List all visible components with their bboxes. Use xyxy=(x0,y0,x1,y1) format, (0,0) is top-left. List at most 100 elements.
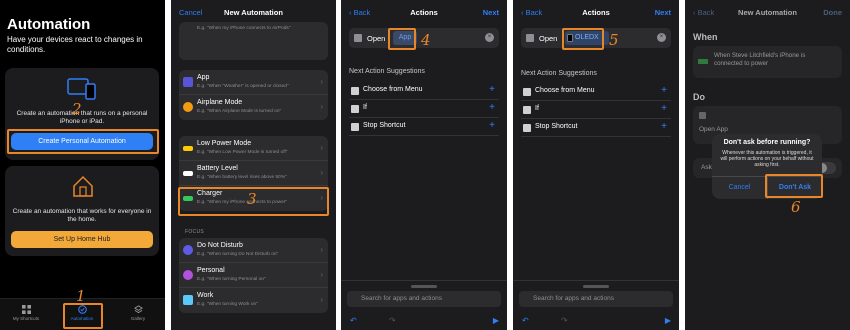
row-title: Battery Level xyxy=(197,165,238,172)
done-button[interactable]: Done xyxy=(823,8,842,17)
suggestions-list: Choose from Menu + If + Stop Shortcut + xyxy=(349,82,499,136)
list-item-low-power-mode[interactable]: Low Power Mode E.g. "When Low Power Mode… xyxy=(179,136,328,161)
apps-grid-icon xyxy=(526,34,534,42)
list-item-app[interactable]: App E.g. "When "Weather" is opened or cl… xyxy=(179,70,328,95)
app-group: App E.g. "When "Weather" is opened or cl… xyxy=(179,70,328,120)
redo-icon[interactable]: ↷ xyxy=(389,316,396,325)
drag-handle[interactable] xyxy=(411,285,437,288)
highlight-box xyxy=(63,303,103,329)
list-item-work[interactable]: Work E.g. "When turning Work on" › xyxy=(179,288,328,313)
highlight-box xyxy=(562,28,604,50)
search-input[interactable]: Search for apps and actions xyxy=(519,291,673,307)
nav-bar: ‹ Back Actions Next xyxy=(341,0,507,24)
actions-screen-filled: ‹ Back Actions Next Open OLEDX × 5 Next … xyxy=(513,0,679,330)
stop-icon xyxy=(351,123,359,131)
home-icon xyxy=(73,175,93,197)
step-marker: 6 xyxy=(791,198,801,216)
chevron-right-icon: › xyxy=(320,143,323,152)
suggestion-label: If xyxy=(363,104,367,111)
battery-low-icon xyxy=(183,146,193,151)
chevron-right-icon: › xyxy=(320,102,323,111)
focus-section-header: FOCUS xyxy=(185,229,204,235)
row-subtitle: E.g. "When Low Power Mode is turned off" xyxy=(197,150,288,155)
row-title: Airplane Mode xyxy=(197,99,243,106)
add-icon[interactable]: + xyxy=(661,121,667,132)
drag-handle[interactable] xyxy=(583,285,609,288)
next-button[interactable]: Next xyxy=(483,8,499,17)
new-automation-screen: Cancel New Automation E.g. "When my iPho… xyxy=(171,0,336,330)
suggestion-choose-from-menu[interactable]: Choose from Menu + xyxy=(521,83,671,101)
play-icon[interactable]: ▶ xyxy=(665,316,671,325)
list-item-airplane-mode[interactable]: Airplane Mode E.g. "When Airplane Mode i… xyxy=(179,95,328,120)
suggestion-label: If xyxy=(535,105,539,112)
undo-icon[interactable]: ↶ xyxy=(350,316,357,325)
chevron-right-icon: › xyxy=(320,77,323,86)
open-label: Open xyxy=(367,34,386,43)
action-search-panel: Search for apps and actions ↶ ↷ ▶ xyxy=(513,280,679,330)
stop-icon xyxy=(523,124,531,132)
actions-screen-empty: ‹ Back Actions Next Open App × 4 Next Ac… xyxy=(341,0,507,330)
play-icon[interactable]: ▶ xyxy=(493,316,499,325)
top-hint: E.g. "When my iPhone connects to AirPods… xyxy=(197,26,291,31)
focus-group: Do Not Disturb E.g. "When turning Do Not… xyxy=(179,238,328,313)
moon-icon xyxy=(183,245,193,255)
suggestion-if[interactable]: If + xyxy=(349,100,499,118)
suggestion-label: Choose from Menu xyxy=(363,86,423,93)
when-header: When xyxy=(693,32,718,42)
suggestions-header: Next Action Suggestions xyxy=(521,70,597,77)
open-label: Open xyxy=(539,34,558,43)
clear-icon[interactable]: × xyxy=(657,33,666,42)
add-icon[interactable]: + xyxy=(489,120,495,131)
redo-icon[interactable]: ↷ xyxy=(561,316,568,325)
dialog-title: Don't ask before running? xyxy=(723,139,811,146)
add-icon[interactable]: + xyxy=(489,102,495,113)
next-button[interactable]: Next xyxy=(655,8,671,17)
dialog-cancel-button[interactable]: Cancel xyxy=(712,176,767,199)
list-item-do-not-disturb[interactable]: Do Not Disturb E.g. "When turning Do Not… xyxy=(179,238,328,263)
step-marker: 4 xyxy=(421,31,431,49)
tab-my-shortcuts[interactable]: My Shortcuts xyxy=(6,305,46,321)
if-icon xyxy=(351,105,359,113)
battery-icon xyxy=(183,171,193,176)
action-search-panel: Search for apps and actions ↶ ↷ ▶ xyxy=(341,280,507,330)
airplane-icon xyxy=(183,102,193,112)
row-subtitle: E.g. "When "Weather" is opened or closed… xyxy=(197,84,289,89)
tab-gallery[interactable]: Gallery xyxy=(118,305,158,321)
chevron-right-icon: › xyxy=(320,295,323,304)
list-item-personal[interactable]: Personal E.g. "When turning Personal on"… xyxy=(179,263,328,288)
open-app-label: Open App xyxy=(699,126,728,133)
apps-grid-icon xyxy=(354,34,362,42)
id-badge-icon xyxy=(183,295,193,305)
row-subtitle: E.g. "When turning Personal on" xyxy=(197,277,266,282)
battery-charging-icon xyxy=(698,59,708,64)
suggestion-stop-shortcut[interactable]: Stop Shortcut + xyxy=(521,119,671,137)
add-icon[interactable]: + xyxy=(489,84,495,95)
if-icon xyxy=(523,106,531,114)
apps-grid-icon xyxy=(699,112,706,119)
suggestions-header: Next Action Suggestions xyxy=(349,68,425,75)
highlight-box xyxy=(388,28,416,50)
add-icon[interactable]: + xyxy=(661,103,667,114)
set-up-home-hub-button[interactable]: Set Up Home Hub xyxy=(11,231,153,248)
step-marker: 1 xyxy=(76,287,86,305)
nav-title: New Automation xyxy=(224,8,283,17)
highlight-box xyxy=(7,129,159,154)
devices-icon xyxy=(67,78,96,100)
home-automation-card: Create an automation that works for ever… xyxy=(5,166,159,256)
when-card[interactable]: When Steve Litchfield's iPhone is connec… xyxy=(693,46,842,78)
nav-bar: Cancel New Automation xyxy=(171,0,336,24)
personal-automation-desc: Create an automation that runs on a pers… xyxy=(16,110,148,125)
list-item-battery-level[interactable]: Battery Level E.g. "When battery level r… xyxy=(179,161,328,186)
clear-icon[interactable]: × xyxy=(485,33,494,42)
search-input[interactable]: Search for apps and actions xyxy=(347,291,501,307)
suggestion-if[interactable]: If + xyxy=(521,101,671,119)
undo-icon[interactable]: ↶ xyxy=(522,316,529,325)
grid-icon xyxy=(21,305,31,314)
page-subtitle: Have your devices react to changes in co… xyxy=(7,35,143,54)
suggestion-stop-shortcut[interactable]: Stop Shortcut + xyxy=(349,118,499,136)
add-icon[interactable]: + xyxy=(661,85,667,96)
ask-label: Ask xyxy=(701,164,712,171)
suggestion-choose-from-menu[interactable]: Choose from Menu + xyxy=(349,82,499,100)
row-title: Do Not Disturb xyxy=(197,242,243,249)
layers-icon xyxy=(133,305,143,314)
